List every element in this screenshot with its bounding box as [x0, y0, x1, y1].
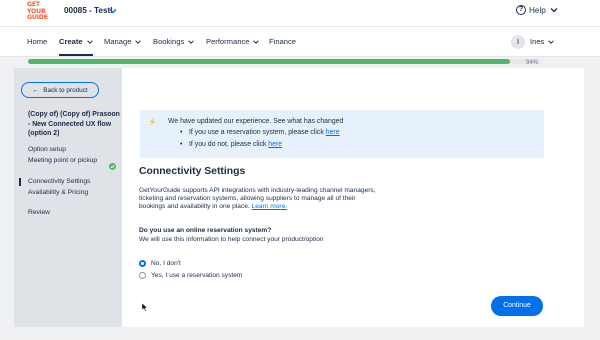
mouse-cursor-icon	[141, 302, 148, 312]
help-menu[interactable]: ? Help	[516, 5, 559, 15]
chevron-down-icon	[86, 39, 93, 44]
chevron-down-icon	[253, 39, 260, 44]
help-icon: ?	[516, 5, 526, 15]
product-title: (Copy of) (Copy of) Prasoon - New Connec…	[28, 111, 120, 137]
sidebar-item-option-setup[interactable]: Option setup	[28, 146, 66, 154]
nav-manage[interactable]: Manage	[104, 37, 142, 46]
nav-bookings[interactable]: Bookings	[153, 37, 195, 46]
chevron-down-icon	[550, 8, 558, 13]
avatar[interactable]: I	[511, 35, 525, 49]
notice-line-no-reservation: If you do not, please click here	[180, 141, 282, 148]
user-menu[interactable]: Ines	[530, 37, 555, 46]
sidebar-item-connectivity-settings[interactable]: Connectivity Settings	[28, 178, 90, 186]
help-label: Help	[529, 5, 546, 15]
current-step-indicator	[19, 178, 21, 186]
progress-percentage: 94%	[526, 60, 539, 66]
radio-selected[interactable]	[139, 260, 146, 267]
top-bar: GET YOUR GUIDE 00085 - Testl ? Help	[0, 0, 600, 26]
nav-create[interactable]: Create	[59, 37, 94, 46]
active-tab-indicator	[59, 54, 93, 56]
chevron-down-icon	[188, 39, 195, 44]
description: GetYourGuide supports API integrations w…	[139, 187, 376, 211]
nav-performance[interactable]: Performance	[206, 37, 260, 46]
sparkle-icon: ⚡	[148, 119, 157, 126]
main-content: ⚡ We have updated our experience. See wh…	[122, 68, 584, 327]
option-yes[interactable]: Yes, I use a reservation system	[139, 272, 242, 279]
progress-bar	[28, 59, 541, 64]
sidebar-item-review[interactable]: Review	[28, 209, 50, 217]
progress-fill	[28, 59, 511, 64]
check-icon	[109, 163, 116, 170]
notice-heading: We have updated our experience. See what…	[168, 118, 344, 125]
learn-more-link[interactable]: Learn more.	[252, 203, 288, 210]
nav-finance[interactable]: Finance	[269, 37, 296, 46]
main-navigation: Home Create Manage Bookings Performance …	[0, 26, 600, 57]
option-no[interactable]: No, I don't	[139, 260, 181, 267]
continue-button[interactable]: Continue	[491, 296, 543, 316]
arrow-left-icon: ←	[32, 86, 40, 94]
question-label: Do you use an online reservation system?	[139, 227, 272, 234]
sidebar-item-availability-pricing[interactable]: Availability & Pricing	[28, 189, 88, 197]
info-notice: ⚡ We have updated our experience. See wh…	[140, 110, 544, 158]
nav-home[interactable]: Home	[27, 37, 47, 46]
chevron-down-icon[interactable]	[108, 6, 118, 16]
question-help: We will use this information to help con…	[139, 236, 324, 243]
radio-unselected[interactable]	[139, 272, 146, 279]
notice-line-reservation: If you use a reservation system, please …	[180, 129, 340, 136]
back-to-product-button[interactable]: ← Back to product	[21, 82, 99, 98]
here-link[interactable]: here	[268, 141, 282, 148]
sidebar: ← Back to product (Copy of) (Copy of) Pr…	[14, 68, 122, 327]
getyourguide-logo[interactable]: GET YOUR GUIDE	[27, 1, 49, 24]
chevron-down-icon	[548, 39, 555, 44]
sidebar-item-meeting-point[interactable]: Meeting point or pickup	[28, 157, 106, 165]
account-selector[interactable]: 00085 - Testl	[64, 6, 113, 15]
chevron-down-icon	[135, 39, 142, 44]
page-title: Connectivity Settings	[139, 166, 246, 177]
here-link[interactable]: here	[326, 129, 340, 136]
